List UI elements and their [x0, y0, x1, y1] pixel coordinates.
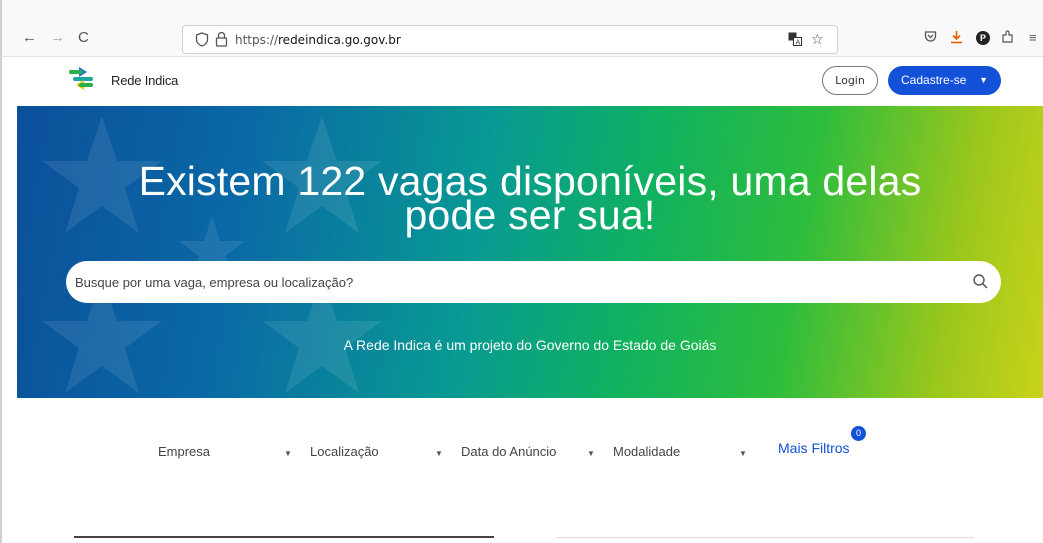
bookmark-star-icon[interactable]: ☆: [811, 31, 824, 48]
filter-count-badge: 0: [851, 426, 866, 441]
svg-text:A: A: [796, 39, 801, 47]
download-icon[interactable]: [950, 30, 963, 48]
lock-icon[interactable]: [215, 31, 228, 47]
star-pattern-decoration: [42, 116, 382, 393]
divider: [74, 536, 494, 538]
filter-modalidade[interactable]: Modalidade: [613, 444, 680, 459]
search-box: [66, 261, 1001, 303]
caret-down-icon[interactable]: ▼: [739, 449, 747, 458]
hero-title: Existem 122 vagas disponíveis, uma delas…: [17, 161, 1043, 236]
shield-icon[interactable]: [195, 32, 209, 47]
browser-toolbar: ← → C https://redeindica.go.gov.br A ☆ P…: [0, 0, 1043, 57]
filter-empresa[interactable]: Empresa: [158, 444, 210, 459]
caret-down-icon[interactable]: ▼: [587, 449, 595, 458]
extensions-icon[interactable]: [1001, 30, 1015, 48]
rede-indica-logo-icon[interactable]: [67, 66, 97, 92]
site-header: Rede Indica Login Cadastre-se ▼: [17, 57, 1043, 106]
forward-icon[interactable]: →: [50, 30, 65, 46]
translate-icon[interactable]: A: [788, 32, 802, 49]
search-input[interactable]: [66, 261, 956, 303]
brand-name[interactable]: Rede Indica: [111, 73, 178, 88]
search-icon[interactable]: [972, 273, 989, 290]
pocket-icon[interactable]: [924, 30, 937, 47]
caret-down-icon[interactable]: ▼: [435, 449, 443, 458]
signup-button[interactable]: Cadastre-se ▼: [888, 66, 1001, 95]
hero-banner: Existem 122 vagas disponíveis, uma delas…: [17, 106, 1043, 398]
reload-icon[interactable]: C: [78, 30, 89, 46]
divider: [556, 537, 974, 538]
login-button[interactable]: Login: [822, 66, 878, 95]
address-bar[interactable]: https://redeindica.go.gov.br A ☆: [182, 25, 838, 54]
hero-subtitle: A Rede Indica é um projeto do Governo do…: [343, 337, 717, 353]
url-text[interactable]: https://redeindica.go.gov.br: [235, 33, 401, 47]
profile-p-icon[interactable]: P: [976, 31, 990, 45]
more-filters-button[interactable]: Mais Filtros: [778, 440, 850, 456]
signup-label: Cadastre-se: [901, 73, 967, 87]
filter-data-anuncio[interactable]: Data do Anúncio: [461, 444, 556, 459]
caret-down-icon: ▼: [979, 75, 988, 85]
filter-localizacao[interactable]: Localização: [310, 444, 379, 459]
menu-icon[interactable]: ≡: [1029, 30, 1037, 46]
filter-bar: Empresa ▼ Localização ▼ Data do Anúncio …: [0, 420, 1043, 480]
caret-down-icon[interactable]: ▼: [284, 449, 292, 458]
back-icon[interactable]: ←: [22, 30, 37, 46]
